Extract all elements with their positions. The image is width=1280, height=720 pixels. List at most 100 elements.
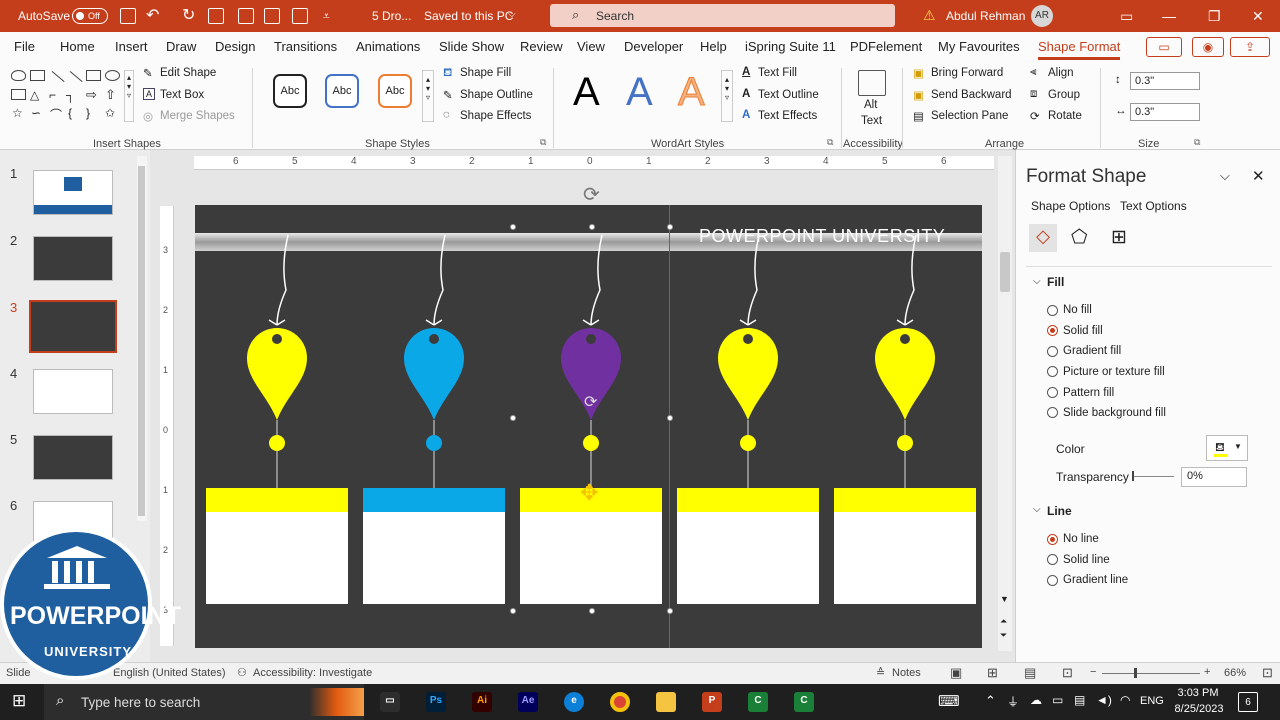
fit-to-window-icon[interactable]: ⊡ (1262, 665, 1273, 681)
triangle-shape-icon[interactable]: △ (30, 88, 39, 102)
close-icon[interactable]: ✕ (1252, 167, 1265, 185)
card-body[interactable] (206, 512, 348, 604)
group-button[interactable]: Group (1048, 89, 1080, 101)
usb-icon[interactable]: ⏚ (1007, 693, 1019, 710)
option-pattern-fill[interactable]: Pattern fill (1063, 387, 1114, 399)
bracket-shape-icon[interactable]: } (86, 106, 90, 120)
brace-shape-icon[interactable]: { (68, 106, 72, 120)
transparency-slider[interactable] (1132, 471, 1174, 481)
camtasia-recorder-icon[interactable]: C (794, 692, 814, 712)
tab-ispring[interactable]: iSpring Suite 11 (745, 39, 836, 54)
tab-transitions[interactable]: Transitions (274, 39, 337, 54)
file-explorer-icon[interactable] (656, 692, 676, 712)
height-input[interactable]: 0.3" (1130, 72, 1200, 90)
width-input[interactable]: 0.3" (1130, 103, 1200, 121)
shape-style-1[interactable]: Abc (273, 74, 307, 108)
slider-thumb[interactable] (1132, 471, 1134, 481)
tab-slide-show[interactable]: Slide Show (439, 39, 504, 54)
drop-hole[interactable] (586, 334, 596, 344)
radio-picture-fill[interactable] (1047, 366, 1058, 377)
selection-handle[interactable] (589, 224, 595, 230)
customize-qat-icon[interactable]: ⩡ (323, 9, 330, 24)
alt-text-icon[interactable] (858, 70, 886, 96)
slide-thumbnail-3[interactable] (29, 300, 117, 353)
wordart-style-2[interactable]: A (626, 70, 653, 115)
option-solid-line[interactable]: Solid line (1063, 554, 1110, 566)
card-header[interactable] (677, 488, 819, 512)
notes-button[interactable]: Notes (892, 667, 921, 679)
scrollbar-thumb[interactable] (1000, 252, 1010, 292)
line-shape-icon[interactable] (51, 71, 65, 83)
scroll-down-icon[interactable]: ▼ (1000, 594, 1009, 604)
selection-handle[interactable] (667, 415, 673, 421)
edit-shape-button[interactable]: Edit Shape (160, 67, 216, 79)
rotate-handle-icon[interactable]: ⟳ (583, 182, 600, 207)
share-icon[interactable]: ⇪ (1230, 37, 1270, 57)
option-slide-background-fill[interactable]: Slide background fill (1063, 407, 1166, 419)
tab-my-favourites[interactable]: My Favourites (938, 39, 1020, 54)
radio-no-fill[interactable] (1047, 305, 1058, 316)
wordart-style-3[interactable]: A (678, 70, 706, 115)
shape-style-3[interactable]: Abc (378, 74, 412, 108)
drop-bead[interactable] (269, 435, 285, 451)
photoshop-icon[interactable]: Ps (426, 692, 446, 712)
curve-shape-icon[interactable]: ∽ (31, 106, 41, 120)
thumbnail-scrollbar-thumb[interactable] (138, 166, 145, 516)
keyboard-icon[interactable]: ⌨ (938, 692, 960, 710)
redo-icon[interactable]: ↻ (182, 5, 195, 25)
zoom-slider-thumb[interactable] (1134, 668, 1137, 678)
normal-view-icon[interactable]: ▣ (950, 665, 962, 681)
card-header[interactable] (834, 488, 976, 512)
card-body[interactable] (677, 512, 819, 604)
zoom-level[interactable]: 66% (1224, 667, 1246, 679)
tab-pdfelement[interactable]: PDFelement (850, 39, 922, 54)
dialog-launcher-icon[interactable]: ⧉ (827, 137, 833, 148)
selection-handle[interactable] (510, 608, 516, 614)
line-section-header[interactable]: Line (1047, 504, 1072, 518)
text-fill-button[interactable]: Text Fill (758, 67, 797, 79)
comments-icon[interactable]: ▭ (1146, 37, 1182, 57)
selection-handle[interactable] (510, 415, 516, 421)
chrome-icon[interactable] (610, 692, 630, 712)
maximize-icon[interactable]: ❐ (1208, 8, 1221, 25)
fill-line-icon[interactable]: ◇ (1029, 224, 1057, 252)
tab-draw[interactable]: Draw (166, 39, 196, 54)
chevron-down-icon[interactable]: ⌵ (1220, 168, 1230, 184)
language-indicator[interactable]: ENG (1140, 695, 1164, 707)
alt-text-label-1[interactable]: Alt (864, 99, 877, 111)
zoom-in-icon[interactable]: + (1204, 666, 1210, 678)
windows-start-icon[interactable]: ⊞ (12, 691, 26, 711)
option-no-line[interactable]: No line (1063, 533, 1099, 545)
slide-sorter-icon[interactable]: ⊞ (987, 665, 998, 681)
selection-handle[interactable] (589, 608, 595, 614)
shape-outline-button[interactable]: Shape Outline (460, 89, 533, 101)
tab-view[interactable]: View (577, 39, 605, 54)
taskbar-search-box[interactable]: ⌕ Type here to search (44, 684, 364, 720)
tab-shape-options[interactable]: Shape Options (1031, 199, 1110, 213)
tab-design[interactable]: Design (215, 39, 255, 54)
rotate-handle-icon[interactable]: ⟳ (584, 392, 597, 412)
arrow-shape-icon[interactable] (69, 71, 83, 83)
radio-gradient-line[interactable] (1047, 575, 1058, 586)
tab-animations[interactable]: Animations (356, 39, 420, 54)
network-icon[interactable]: ▤ (1074, 693, 1085, 707)
new-slide-icon[interactable] (238, 8, 254, 24)
option-gradient-line[interactable]: Gradient line (1063, 574, 1128, 586)
card-header[interactable] (363, 488, 505, 512)
onedrive-icon[interactable]: ☁ (1030, 693, 1042, 707)
save-icon[interactable] (120, 8, 136, 24)
wordart-styles-more[interactable]: ▴ ▾ ▿ (721, 70, 733, 122)
save-status[interactable]: Saved to this PC (424, 9, 513, 23)
user-name[interactable]: Abdul Rehman (946, 9, 1025, 23)
option-no-fill[interactable]: No fill (1063, 304, 1092, 316)
volume-icon[interactable]: ◄) (1096, 693, 1112, 707)
send-backward-button[interactable]: Send Backward (931, 89, 1012, 101)
tab-developer[interactable]: Developer (624, 39, 683, 54)
illustrator-icon[interactable]: Ai (472, 692, 492, 712)
language-status[interactable]: English (United States) (113, 667, 226, 679)
minimize-icon[interactable]: — (1162, 8, 1176, 24)
align-button[interactable]: Align (1048, 67, 1074, 79)
vertical-scrollbar[interactable]: ▼ ⏶ ⏷ (998, 156, 1012, 651)
slide-thumbnail-5[interactable] (33, 435, 113, 480)
star-burst-shape-icon[interactable]: ✩ (105, 106, 115, 120)
